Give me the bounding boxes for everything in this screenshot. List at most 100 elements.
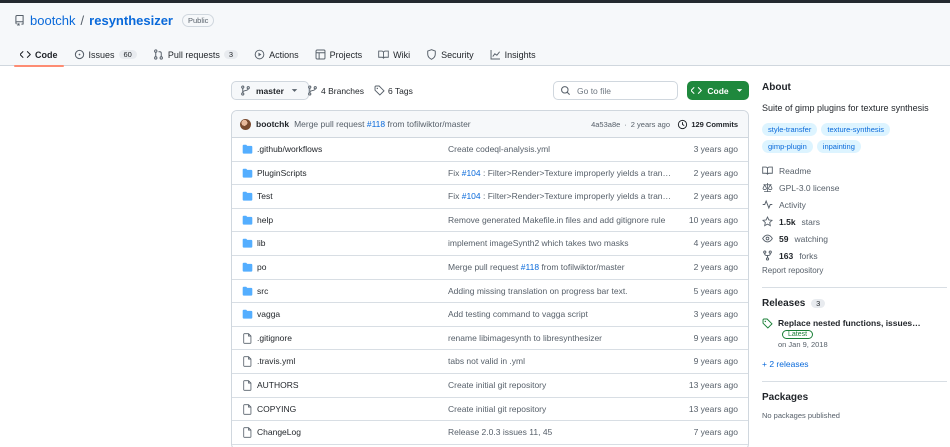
tab-actions[interactable]: Actions xyxy=(246,43,307,66)
branch-select-button[interactable]: master xyxy=(231,81,309,100)
topic-tag[interactable]: style-transfer xyxy=(762,123,818,136)
file-row[interactable]: AUTHORS Create initial git repository 13 y… xyxy=(232,374,748,398)
tab-projects[interactable]: Projects xyxy=(307,43,371,66)
file-row[interactable]: po Merge pull request #118 from tofilwikt… xyxy=(232,256,748,280)
file-commit-message[interactable]: Create initial git repository xyxy=(448,374,673,397)
file-row[interactable]: COPYING Create initial git repository 13 y… xyxy=(232,398,748,422)
file-commit-message[interactable]: Fix #104 : Filter>Render>Texture imprope… xyxy=(448,185,673,208)
file-commit-message[interactable]: tabs not valid in .yml xyxy=(448,350,673,373)
file-name-link[interactable]: src xyxy=(257,280,268,303)
repo-owner-link[interactable]: bootchk xyxy=(30,13,76,28)
search-icon xyxy=(560,85,571,96)
topic-tag[interactable]: texture-synthesis xyxy=(821,123,891,136)
file-name-link[interactable]: vagga xyxy=(257,303,280,326)
visibility-badge: Public xyxy=(182,14,215,27)
file-row[interactable]: .github/workflows Create codeql-analysis.… xyxy=(232,138,748,162)
triangle-down-icon xyxy=(289,85,300,96)
latest-release[interactable]: Replace nested functions, issues… Latest… xyxy=(762,318,947,349)
file-commit-message[interactable]: Remove generated Makefile.in files and a… xyxy=(448,209,673,232)
file-commit-date: 9 years ago xyxy=(693,356,738,367)
repo-title: bootchk / resynthesizer Public xyxy=(14,13,215,28)
file-row[interactable]: help Remove generated Makefile.in files a… xyxy=(232,209,748,233)
activity-link[interactable]: Activity xyxy=(762,196,947,213)
file-row[interactable]: Test Fix #104 : Filter>Render>Texture imp… xyxy=(232,185,748,209)
file-commit-date: 5 years ago xyxy=(693,285,738,296)
code-button[interactable]: Code xyxy=(687,81,749,100)
commit-message-prefix: Merge pull request xyxy=(294,119,365,129)
file-commit-pr-link[interactable]: #104 xyxy=(462,191,481,201)
branches-count: 4 Branches xyxy=(321,85,364,96)
go-to-file-input[interactable] xyxy=(577,85,657,96)
file-name-link[interactable]: COPYING xyxy=(257,398,296,421)
release-title[interactable]: Replace nested functions, issues… xyxy=(778,318,921,328)
branches-link[interactable]: 4 Branches xyxy=(307,85,364,96)
file-name-link[interactable]: .travis.yml xyxy=(257,350,295,373)
branch-icon xyxy=(240,85,251,96)
file-commit-message[interactable]: Create codeql-analysis.yml xyxy=(448,138,673,161)
file-commit-message[interactable]: implement imageSynth2 which takes two ma… xyxy=(448,232,673,255)
file-commit-message[interactable]: Fix #104 : Filter>Render>Texture imprope… xyxy=(448,162,673,185)
stars-link[interactable]: 1.5k stars xyxy=(762,213,947,230)
more-releases-link[interactable]: + 2 releases xyxy=(762,359,947,369)
file-commit-message[interactable]: Create initial git repository xyxy=(448,398,673,421)
tab-label: Projects xyxy=(329,49,363,60)
avatar[interactable] xyxy=(240,118,251,130)
report-repository-link[interactable]: Report repository xyxy=(762,266,947,275)
tab-issues[interactable]: Issues 60 xyxy=(66,43,145,66)
releases-heading[interactable]: Releases 3 xyxy=(762,298,947,309)
about-heading: About xyxy=(762,82,791,93)
file-commit-message[interactable]: Merge pull request #118 from tofilwiktor… xyxy=(448,256,673,279)
watching-link[interactable]: 59 watching xyxy=(762,230,947,247)
file-commit-message[interactable]: Add testing command to vagga script xyxy=(448,303,673,326)
file-row[interactable]: lib implement imageSynth2 which takes two… xyxy=(232,232,748,256)
file-row[interactable]: src Adding missing translation on progres… xyxy=(232,280,748,304)
tab-code[interactable]: Code xyxy=(12,43,66,67)
license-link[interactable]: GPL-3.0 license xyxy=(762,179,947,196)
file-name-link[interactable]: po xyxy=(257,256,266,279)
file-name-link[interactable]: ChangeLog xyxy=(257,421,301,444)
file-name-link[interactable]: help xyxy=(257,209,273,232)
tab-insights[interactable]: Insights xyxy=(482,43,544,66)
file-row[interactable]: ChangeLog Release 2.0.3 issues 11, 45 7 ye… xyxy=(232,421,748,445)
tag-icon xyxy=(762,318,773,329)
file-commit-pr-link[interactable]: #118 xyxy=(521,262,539,272)
readme-link[interactable]: Readme xyxy=(762,162,947,179)
commit-author-link[interactable]: bootchk xyxy=(256,119,289,129)
file-commit-message[interactable]: Release 2.0.3 issues 11, 45 xyxy=(448,421,673,444)
tab-pull-requests[interactable]: Pull requests 3 xyxy=(145,43,246,66)
commit-pr-link[interactable]: #118 xyxy=(367,119,385,129)
file-commit-message[interactable]: Adding missing translation on progress b… xyxy=(448,280,673,303)
file-name-link[interactable]: Test xyxy=(257,185,273,208)
topic-tag[interactable]: inpainting xyxy=(816,140,861,153)
file-row[interactable]: vagga Add testing command to vagga script… xyxy=(232,303,748,327)
about-meta-list: Readme GPL-3.0 license Activity 1.5k sta… xyxy=(762,162,947,275)
file-list: .github/workflows Create codeql-analysis.… xyxy=(232,138,748,445)
pull-request-icon xyxy=(153,49,164,60)
tags-link[interactable]: 6 Tags xyxy=(374,85,413,96)
sidebar: About Suite of gimp plugins for texture … xyxy=(762,82,947,420)
file-row[interactable]: PluginScripts Fix #104 : Filter>Render>Te… xyxy=(232,162,748,186)
file-commit-text: Create initial git repository xyxy=(448,379,547,390)
repo-name-link[interactable]: resynthesizer xyxy=(89,13,173,28)
go-to-file-search[interactable] xyxy=(553,81,678,100)
file-commit-date: 10 years ago xyxy=(688,214,738,225)
commit-sha[interactable]: 4a53a8e xyxy=(591,120,620,129)
repo-icon xyxy=(14,15,25,26)
file-commit-pr-link[interactable]: #104 xyxy=(462,168,481,178)
file-name-link[interactable]: .gitignore xyxy=(257,327,292,350)
file-name-link[interactable]: lib xyxy=(257,232,266,255)
file-name-link[interactable]: .github/workflows xyxy=(257,138,322,161)
tab-wiki[interactable]: Wiki xyxy=(370,43,418,66)
file-name-link[interactable]: PluginScripts xyxy=(257,162,307,185)
file-row[interactable]: .gitignore rename libimagesynth to libres… xyxy=(232,327,748,351)
commits-link[interactable]: 129 Commits xyxy=(677,111,738,138)
packages-heading[interactable]: Packages xyxy=(762,392,947,403)
tab-security[interactable]: Security xyxy=(418,43,482,66)
forks-link[interactable]: 163 forks xyxy=(762,247,947,264)
file-row[interactable]: .travis.yml tabs not valid in .yml 9 years… xyxy=(232,350,748,374)
file-name-link[interactable]: AUTHORS xyxy=(257,374,299,397)
commit-message[interactable]: Merge pull request #118 from tofilwiktor… xyxy=(294,119,471,129)
topic-tag[interactable]: gimp-plugin xyxy=(762,140,813,153)
file-commit-message[interactable]: rename libimagesynth to libresynthesizer xyxy=(448,327,673,350)
sidebar-divider xyxy=(762,287,947,288)
